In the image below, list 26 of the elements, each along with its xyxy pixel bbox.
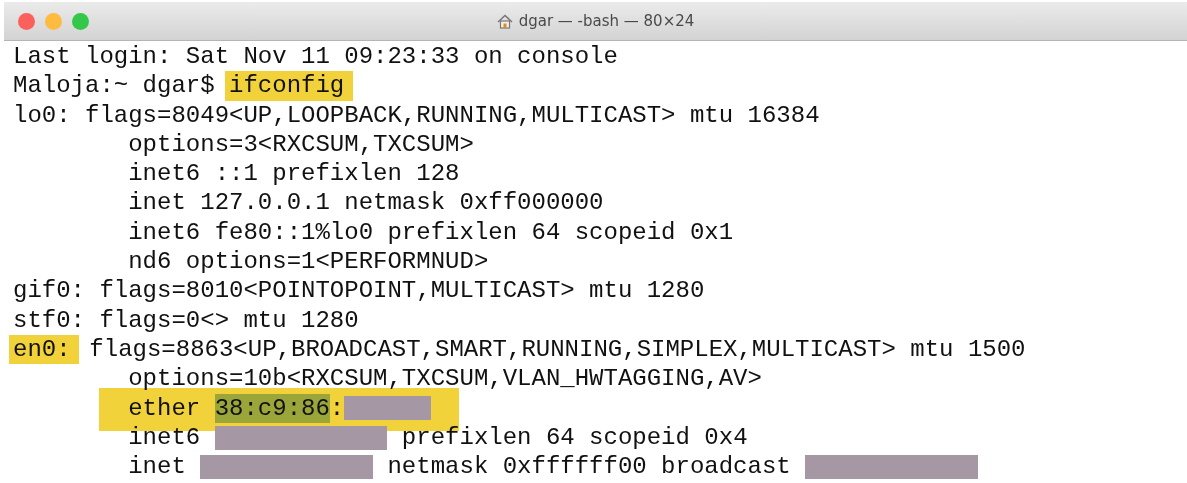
terminal-text: Maloja:~ dgar$ xyxy=(13,71,216,101)
terminal-text: gif0: flags=8010<POINTOPOINT,MULTICAST> mtu 1280 xyxy=(13,276,705,306)
zoom-button[interactable] xyxy=(72,12,89,30)
terminal-text: inet 127.0.0.1 netmask 0xff000000 xyxy=(128,188,604,218)
terminal-text: ether xyxy=(128,393,202,423)
terminal-text: Last login: Sat Nov 11 09:23:33 on console xyxy=(13,42,618,72)
minimize-button[interactable] xyxy=(45,12,62,30)
terminal-text: inet xyxy=(128,452,187,482)
terminal-text: inet6 xyxy=(128,422,202,453)
terminal-text: netmask 0xffffff00 broadcast xyxy=(386,452,792,482)
highlighted-text: ifconfig xyxy=(224,71,353,101)
terminal-text: prefixlen 64 scopeid 0x4 xyxy=(400,422,748,453)
terminal-text: stf0: flags=0<> mtu 1280 xyxy=(13,305,359,335)
terminal-text: options=10b<RXCSUM,TXCSUM,VLAN_HWTAGGING,AV> xyxy=(128,364,762,394)
highlighted-text: 38:c9:86 xyxy=(214,393,330,423)
terminal-text: nd6 options=1<PERFORMNUD> xyxy=(128,247,489,277)
highlighted-text: en0: xyxy=(8,334,80,365)
terminal-text: options=3<RXCSUM,TXCSUM> xyxy=(128,129,474,160)
terminal-text: flags=8863<UP,BROADCAST,SMART,RUNNING,SIMPLEX,MULTICAST> mtu 1500 xyxy=(88,334,1026,365)
window-title: dgar — -bash — 80×24 xyxy=(518,12,695,30)
terminal-text: : xyxy=(329,393,345,423)
terminal-text: inet6 fe80::1%lo0 prefixlen 64 scopeid 0x1 xyxy=(128,217,734,248)
terminal-text: inet6 ::1 prefixlen 128 xyxy=(128,159,460,189)
close-button[interactable] xyxy=(18,12,35,30)
house-icon xyxy=(496,13,513,29)
terminal-text: lo0: flags=8049<UP,LOOPBACK,RUNNING,MULTICAST> mtu 16384 xyxy=(13,100,820,130)
